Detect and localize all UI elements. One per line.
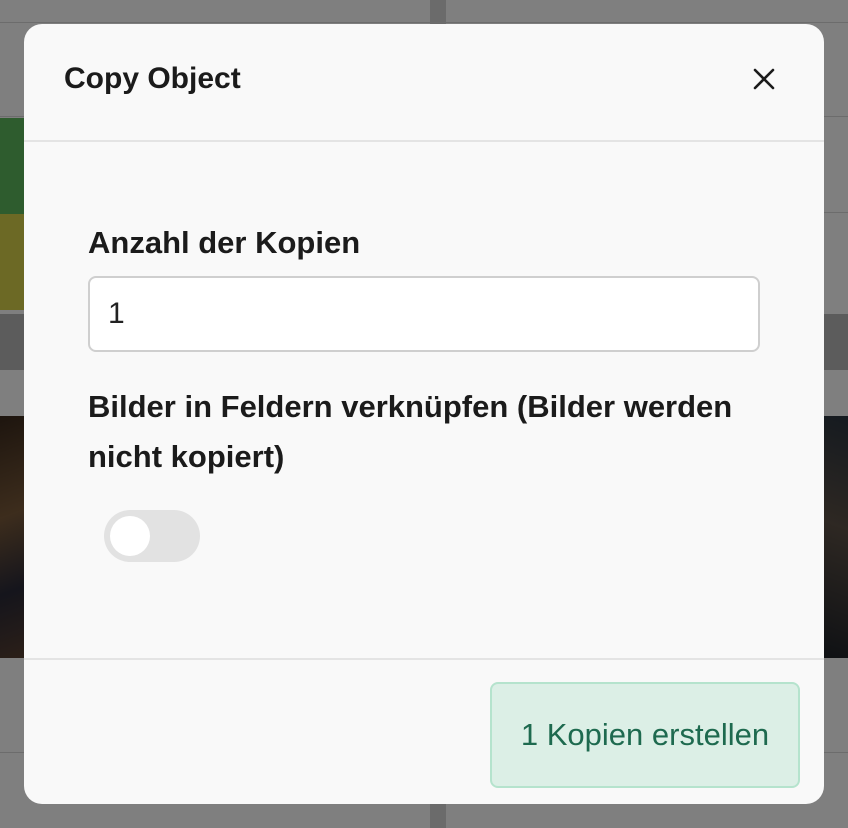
close-icon xyxy=(753,68,775,90)
create-copies-button[interactable]: 1 Kopien erstellen xyxy=(490,682,800,788)
toggle-knob xyxy=(110,516,150,556)
link-images-label: Bilder in Feldern verknüpfen (Bilder wer… xyxy=(88,389,733,474)
copies-input[interactable] xyxy=(88,276,760,352)
dialog-footer: 1 Kopien erstellen xyxy=(24,658,824,804)
dialog-title: Copy Object xyxy=(64,62,241,95)
link-images-toggle[interactable] xyxy=(104,510,200,562)
copies-label: Anzahl der Kopien xyxy=(88,225,361,260)
dialog-header: Copy Object xyxy=(24,24,824,142)
copy-object-dialog: Copy Object Anzahl der Kopien Bilder in … xyxy=(24,24,824,804)
close-button[interactable] xyxy=(744,59,784,99)
dialog-body: Anzahl der Kopien Bilder in Feldern verk… xyxy=(24,142,824,658)
